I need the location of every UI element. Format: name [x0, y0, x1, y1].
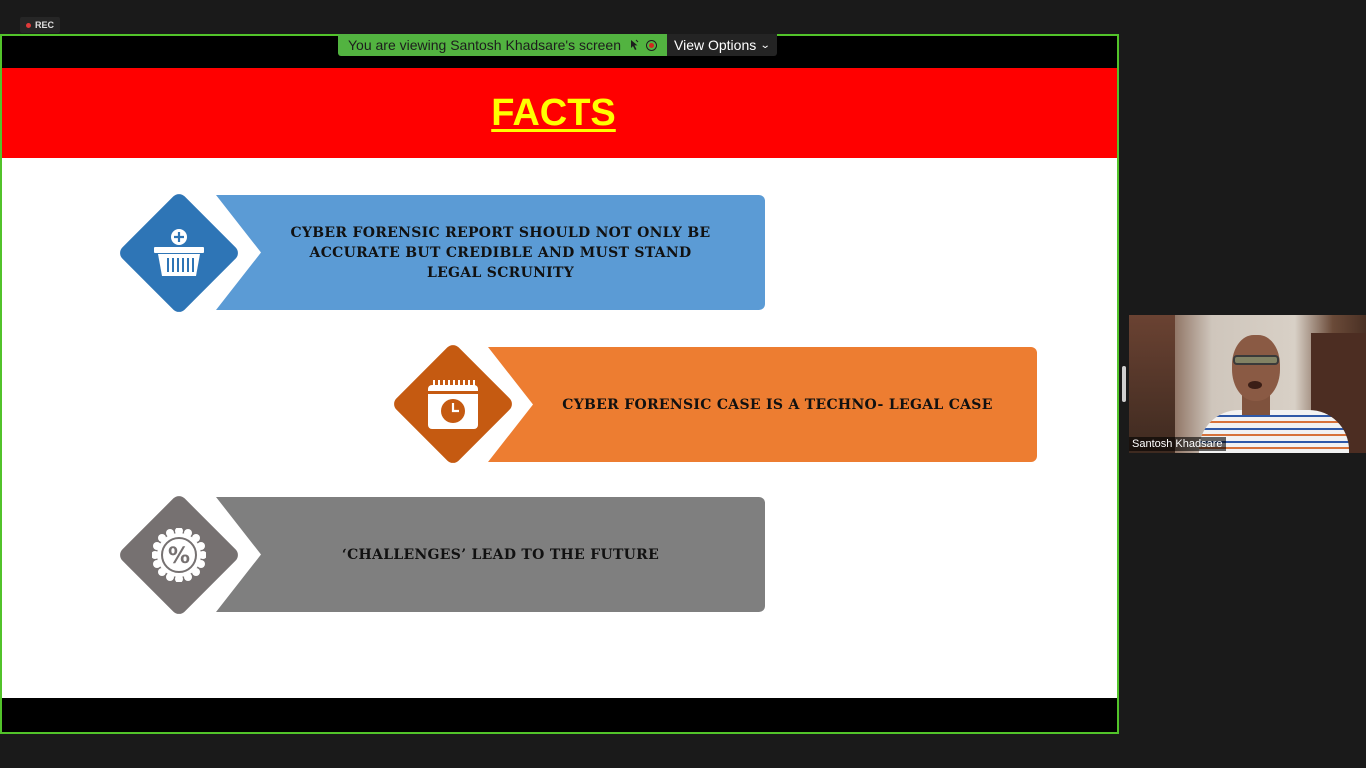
slide-title: FACTS	[491, 91, 616, 134]
recording-indicator: REC	[20, 17, 60, 33]
viewing-notice: You are viewing Santosh Khadsare's scree…	[338, 34, 667, 56]
video-person-mouth	[1248, 381, 1262, 389]
fact-bar-3: ‘CHALLENGES’ LEAD TO THE FUTURE	[216, 497, 765, 612]
fact-text-1: CYBER FORENSIC REPORT SHOULD NOT ONLY BE…	[290, 224, 711, 281]
panel-resize-handle[interactable]	[1122, 366, 1126, 402]
fact-icon-1	[116, 190, 242, 316]
recording-status-icon[interactable]	[646, 39, 657, 51]
view-options-button[interactable]: View Options ⌄	[667, 34, 777, 56]
viewing-text: You are viewing Santosh Khadsare's scree…	[348, 37, 621, 53]
video-door	[1129, 315, 1175, 453]
remote-control-icon[interactable]	[628, 39, 639, 51]
record-dot-icon	[25, 22, 31, 28]
fact-bar-1: CYBER FORENSIC REPORT SHOULD NOT ONLY BE…	[216, 195, 765, 310]
fact-text-3: ‘CHALLENGES’ LEAD TO THE FUTURE	[341, 546, 660, 563]
calendar-clock-icon	[390, 341, 516, 467]
chevron-down-icon: ⌄	[759, 39, 771, 51]
participant-name: Santosh Khadsare	[1129, 437, 1226, 451]
recording-label: REC	[34, 20, 54, 30]
svg-text:%: %	[168, 544, 190, 569]
shopping-basket-icon	[116, 190, 242, 316]
fact-icon-2	[390, 341, 516, 467]
fact-bar-2: CYBER FORENSIC CASE IS A TECHNO- LEGAL C…	[488, 347, 1037, 462]
presentation-slide: FACTS CYBER FORENSIC REPORT SHOULD NOT O…	[2, 68, 1117, 698]
video-person-head	[1232, 335, 1280, 401]
letterbox-bottom	[2, 698, 1117, 732]
fact-text-2: CYBER FORENSIC CASE IS A TECHNO- LEGAL C…	[562, 396, 993, 413]
video-person-glasses	[1233, 355, 1279, 365]
fact-icon-3: %	[116, 492, 242, 618]
view-options-label: View Options	[674, 37, 757, 53]
screen-share-banner: You are viewing Santosh Khadsare's scree…	[338, 34, 777, 56]
participant-video-tile[interactable]: Santosh Khadsare	[1129, 315, 1366, 453]
percent-badge-icon: %	[116, 492, 242, 618]
slide-header: FACTS	[2, 68, 1117, 158]
